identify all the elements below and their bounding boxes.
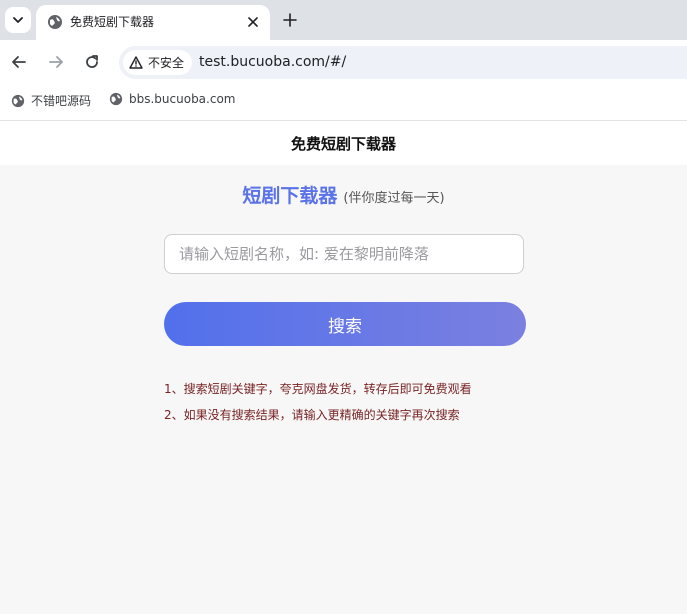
plus-icon [283, 13, 297, 27]
globe-icon [11, 94, 25, 107]
close-icon [248, 17, 258, 27]
reload-button[interactable] [81, 51, 103, 73]
hero-heading: 短剧下载器 (伴你度过每一天) [0, 181, 687, 208]
address-bar[interactable]: 不安全 test.bucuoba.com/#/ [119, 46, 687, 79]
bookmark-label: bbs.bucuoba.com [129, 92, 236, 106]
page-title: 免费短剧下载器 [0, 121, 687, 165]
brand-title: 短剧下载器 [242, 185, 338, 207]
security-label: 不安全 [148, 56, 185, 70]
bookmark-item[interactable]: 不错吧源码 [11, 92, 91, 109]
bookmark-label: 不错吧源码 [31, 94, 92, 108]
globe-icon [48, 15, 62, 29]
tab-close-button[interactable] [244, 13, 262, 31]
forward-arrow-icon [49, 56, 63, 68]
chevron-down-icon [13, 17, 23, 23]
tab-title: 免费短剧下载器 [70, 15, 155, 29]
browser-tab[interactable]: 免费短剧下载器 [36, 5, 270, 40]
instruction-line: 1、搜索短剧关键字，夸克网盘发货，转存后即可免费观看 [164, 382, 472, 396]
globe-icon [109, 92, 123, 106]
slogan: (伴你度过每一天) [343, 191, 445, 206]
back-arrow-icon [12, 56, 26, 68]
new-tab-button[interactable] [280, 10, 300, 30]
url-text[interactable]: test.bucuoba.com/#/ [199, 53, 346, 71]
bookmarks-bar: 不错吧源码 bbs.bucuoba.com [0, 84, 687, 121]
search-button[interactable]: 搜索 [164, 302, 526, 346]
security-chip[interactable]: 不安全 [123, 50, 193, 75]
search-input[interactable] [164, 234, 524, 274]
browser-toolbar: 不安全 test.bucuoba.com/#/ [0, 40, 687, 84]
tab-search-button[interactable] [5, 7, 31, 33]
instruction-line: 2、如果没有搜索结果，请输入更精确的关键字再次搜索 [164, 408, 460, 422]
back-button[interactable] [8, 51, 30, 73]
warning-icon [129, 56, 143, 69]
bookmark-item[interactable]: bbs.bucuoba.com [109, 92, 235, 106]
tab-strip: 免费短剧下载器 [0, 0, 687, 40]
forward-button[interactable] [45, 51, 67, 73]
reload-icon [86, 55, 98, 68]
instructions: 1、搜索短剧关键字，夸克网盘发货，转存后即可免费观看 2、如果没有搜索结果，请输… [164, 376, 472, 428]
